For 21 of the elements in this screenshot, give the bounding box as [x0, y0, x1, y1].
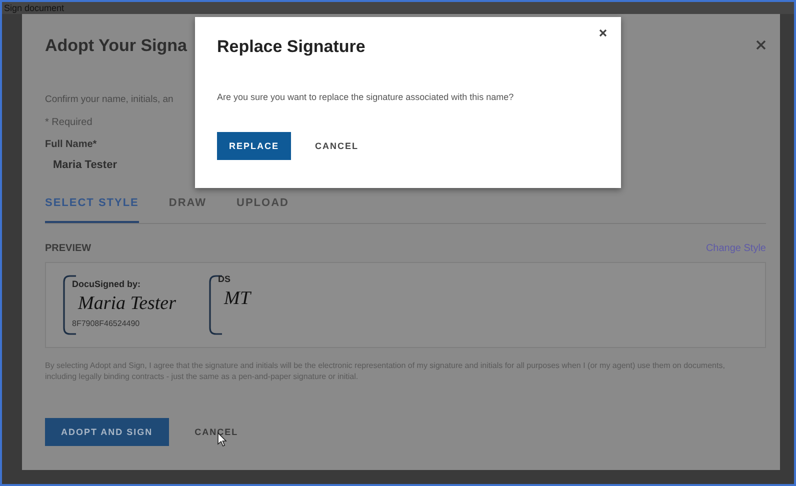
required-note: * Required — [45, 117, 92, 128]
adopt-button[interactable]: ADOPT AND SIGN — [45, 418, 169, 446]
tab[interactable]: DRAW — [168, 197, 207, 223]
initials-caption: DS — [218, 274, 232, 284]
tab[interactable]: UPLOAD — [236, 197, 289, 223]
tab[interactable]: SELECT STYLE — [45, 197, 139, 223]
field-label: Full Name* — [45, 139, 97, 150]
instruction-text: Confirm your name, initials, an — [45, 94, 174, 105]
signature-id: 8F7908F46524490 — [72, 318, 141, 328]
close-icon[interactable] — [599, 29, 607, 37]
name-field[interactable]: Maria Tester — [45, 159, 117, 171]
section-label: PREVIEW — [45, 243, 92, 254]
modal-message: Are you sure you want to replace the signature associated with this name? — [217, 92, 515, 102]
replace-button[interactable]: REPLACE — [217, 132, 292, 160]
cancel-button[interactable]: CANCEL — [315, 132, 359, 160]
initials: MT — [222, 287, 252, 311]
dialog-title: Adopt Your Signa — [45, 36, 187, 56]
cancel-button[interactable]: CANCEL — [194, 418, 238, 446]
modal-title: Replace Signature — [217, 37, 366, 57]
signature: Maria Tester — [76, 292, 178, 316]
signature-caption: DocuSigned by: — [72, 278, 142, 288]
